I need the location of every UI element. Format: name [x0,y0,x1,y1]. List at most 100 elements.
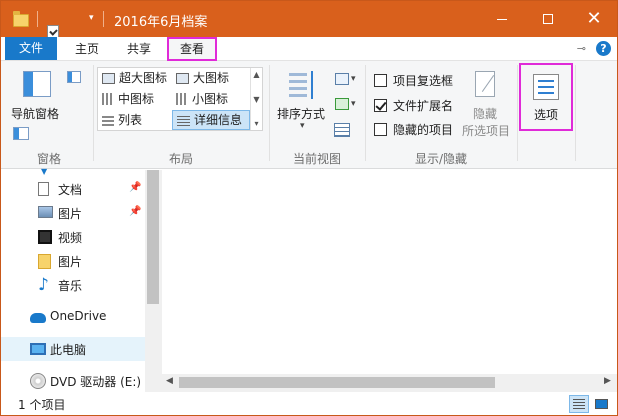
nav-item-pictures-folder[interactable]: 图片 [1,249,145,273]
nav-item-videos[interactable]: 视频 [1,225,145,249]
nav-item-dvd-drive[interactable]: DVD 驱动器 (E:) ： [1,369,145,393]
pin-ribbon-icon[interactable]: ⊸ [577,42,586,55]
group-by-dropdown-icon[interactable]: ▾ [351,74,356,84]
close-button[interactable]: ✕ [571,1,617,37]
layout-item-label: 详细信息 [194,113,243,127]
nav-item-label: DVD 驱动器 (E:) ： [50,375,145,389]
scroll-indicator-icon: ▼ [41,167,48,176]
layout-extra-large-icons[interactable]: 超大图标 [98,68,172,88]
pin-icon[interactable]: 📌 [129,206,141,217]
ribbon-right-controls: ⊸ ? [577,41,611,56]
title-bar[interactable]: ▾ 2016年6月档案 ✕ [1,1,617,55]
sort-dropdown-icon[interactable]: ▾ [300,121,305,131]
navigation-pane-scrollbar[interactable] [145,170,161,392]
nav-item-this-pc[interactable]: 此电脑 [1,337,145,361]
extra-large-icons-icon [102,72,115,84]
scroll-right-icon[interactable]: ▶ [604,376,611,386]
tab-share[interactable]: 共享 [117,37,161,61]
sort-by-icon[interactable] [287,71,317,101]
dvd-drive-icon [30,373,46,389]
video-icon [38,230,52,244]
group-label-panes: 窗格 [36,152,61,166]
maximize-button[interactable] [525,1,571,37]
size-columns-icon[interactable] [334,123,350,137]
horizontal-scrollbar[interactable]: ◀ ▶ [161,374,617,392]
group-separator [93,65,94,161]
separator [103,11,104,27]
file-extensions-checkbox[interactable] [374,99,387,112]
details-icon [177,114,190,126]
status-bar: 1 个项目 [1,392,617,415]
layout-gallery-scroll[interactable]: ▲ ▼ ▾ [250,68,262,130]
scrollbar-thumb[interactable] [147,170,159,304]
group-label-current-view: 当前视图 [292,152,341,166]
layout-item-label: 超大图标 [119,71,168,85]
layout-list[interactable]: 列表 [98,110,172,130]
hide-selected-label-2: 所选项目 [461,124,510,138]
this-pc-icon [30,343,46,355]
help-icon[interactable]: ? [596,41,611,56]
large-icons-view-icon [595,399,608,409]
onedrive-icon [30,313,46,323]
navigation-pane: ▼ 文档 📌 图片 📌 视频 图片 ♪ 音乐 OneDrive 此电脑 DVD … [1,167,161,393]
tab-view[interactable]: 查看 [167,37,217,61]
sort-by-button[interactable]: 排序方式 [277,105,325,122]
navigation-pane-button[interactable]: 导航窗格 [11,105,59,122]
preview-pane-icon[interactable] [67,71,81,83]
nav-item-onedrive[interactable]: OneDrive [1,305,145,329]
nav-item-label: OneDrive [50,309,107,323]
folder-icon [13,11,29,27]
nav-item-label: 图片 [58,207,83,221]
group-label-layout: 布局 [168,152,193,166]
ribbon-tabs: 文件 主页 共享 查看 ⊸ ? [1,37,617,61]
scrollbar-thumb[interactable] [179,377,495,388]
details-view-button[interactable] [569,395,589,413]
layout-large-icons[interactable]: 大图标 [172,68,250,88]
group-separator [269,65,270,161]
close-icon: ✕ [586,8,602,29]
expand-gallery-icon[interactable]: ▾ [254,119,258,128]
group-separator [517,65,518,161]
layout-gallery: 超大图标 大图标 中图标 小图标 列表 详细信息 ▲ ▼ ▾ [97,67,263,131]
scroll-left-icon[interactable]: ◀ [166,376,173,386]
options-button[interactable]: 选项 [519,63,573,131]
navigation-pane-icon[interactable] [23,71,51,97]
nav-item-music[interactable]: ♪ 音乐 [1,273,145,297]
tab-home[interactable]: 主页 [65,37,109,61]
layout-medium-icons[interactable]: 中图标 [98,89,172,109]
group-by-icon[interactable] [335,73,349,85]
medium-icons-icon [102,93,114,105]
large-icons-view-button[interactable] [591,395,611,413]
tab-file[interactable]: 文件 [5,37,57,60]
group-separator [365,65,366,161]
details-view-icon [573,399,585,409]
hidden-items-checkbox[interactable] [374,123,387,136]
window-title: 2016年6月档案 [114,15,208,30]
pin-icon[interactable]: 📌 [129,182,141,193]
large-icons-icon [176,72,189,84]
ribbon: 导航窗格 窗格 超大图标 大图标 中图标 小图标 列表 详细信息 ▲ ▼ ▾ 布… [1,61,617,169]
nav-item-documents[interactable]: 文档 📌 [1,177,145,201]
item-count: 1 个项目 [18,398,66,412]
hide-selected-label-1: 隐藏 [472,107,497,121]
file-extensions-label: 文件扩展名 [393,99,454,113]
customize-toolbar-icon[interactable]: ▾ [89,13,94,23]
nav-item-pictures-pinned[interactable]: 图片 📌 [1,201,145,225]
maximize-icon [543,14,553,24]
list-icon [102,114,114,126]
options-label: 选项 [533,108,558,122]
options-icon [533,74,559,100]
scroll-up-icon[interactable]: ▲ [253,70,259,79]
item-checkboxes-checkbox[interactable] [374,74,387,87]
details-pane-icon[interactable] [13,127,29,140]
layout-item-label: 中图标 [118,92,155,106]
minimize-button[interactable] [479,1,525,37]
add-columns-icon[interactable] [335,98,349,110]
layout-details[interactable]: 详细信息 [172,110,250,130]
add-columns-dropdown-icon[interactable]: ▾ [351,99,356,109]
scroll-down-icon[interactable]: ▼ [253,95,259,104]
document-icon [38,182,49,196]
file-list-area[interactable] [161,170,617,374]
explorer-window: ▾ 2016年6月档案 ✕ 文件 主页 共享 查看 ⊸ ? 导航窗格 窗格 超大… [0,0,618,416]
layout-small-icons[interactable]: 小图标 [172,89,250,109]
